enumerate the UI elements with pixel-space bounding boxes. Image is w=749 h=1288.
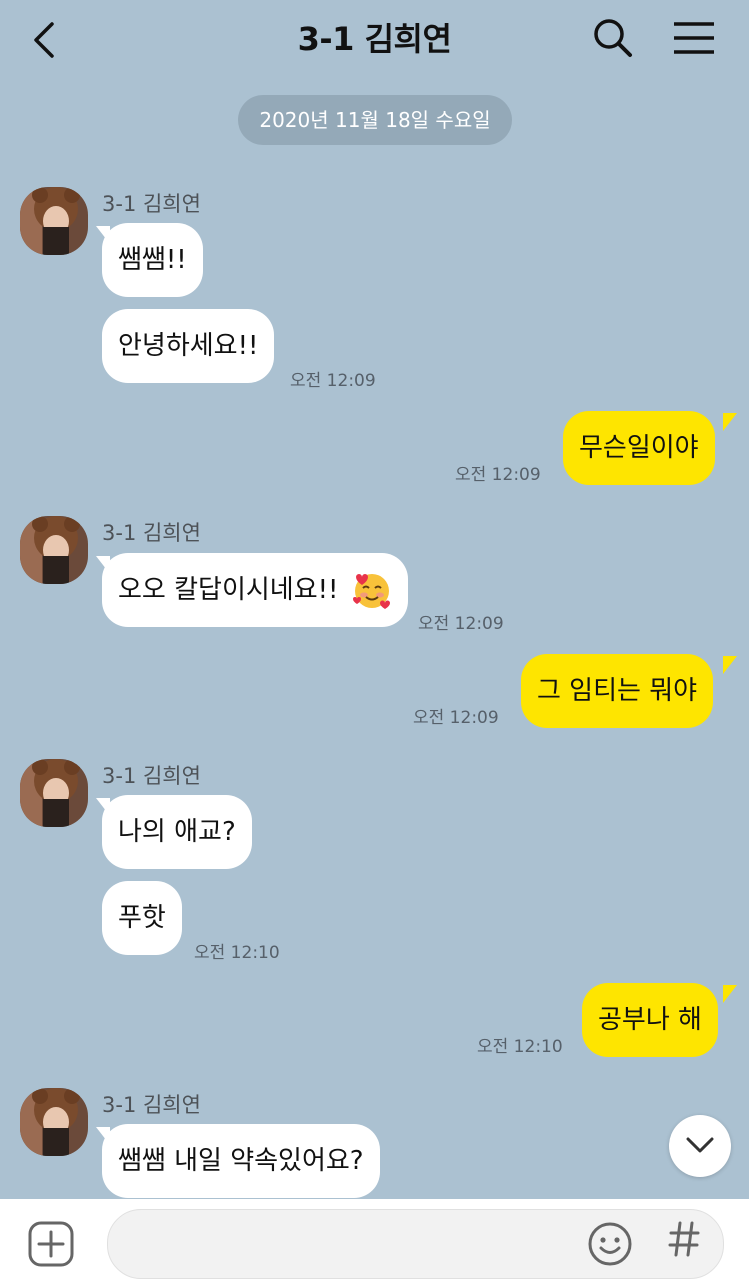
avatar[interactable] (20, 516, 88, 584)
avatar[interactable] (20, 187, 88, 255)
message-bubble-outgoing[interactable]: 공부나 해 (582, 983, 718, 1057)
menu-button[interactable] (672, 21, 716, 55)
message-time: 오전 12:09 (413, 708, 499, 728)
message-bubble-incoming[interactable]: 쌤쌤!! (102, 223, 203, 297)
sender-name: 3-1 김희연 (102, 1093, 201, 1117)
message-bubble-outgoing[interactable]: 무슨일이야 (563, 411, 715, 485)
message-time: 오전 12:10 (194, 943, 280, 963)
message-text: 오오 칼답이시네요!! (118, 575, 339, 605)
message-bubble-incoming[interactable]: 오오 칼답이시네요!! (102, 553, 408, 627)
avatar[interactable] (20, 759, 88, 827)
hashtag-search-button[interactable] (668, 1219, 700, 1270)
bubble-tail (723, 656, 737, 674)
smiley-icon (588, 1222, 632, 1266)
emoji-button[interactable] (587, 1221, 633, 1267)
search-icon (594, 19, 632, 57)
avatar[interactable] (20, 1088, 88, 1156)
chat-title: 3-1 김희연 (297, 20, 452, 58)
bubble-tail (723, 985, 737, 1003)
message-bubble-incoming[interactable]: 쌤쌤 내일 약속있어요? (102, 1124, 380, 1198)
search-button[interactable] (592, 17, 634, 59)
scroll-to-bottom-button[interactable] (669, 1115, 731, 1177)
message-time: 오전 12:09 (455, 465, 541, 485)
message-bubble-incoming[interactable]: 푸핫 (102, 881, 182, 955)
hash-icon (668, 1221, 700, 1257)
message-bubble-outgoing[interactable]: 그 임티는 뭐야 (521, 654, 714, 728)
chevron-down-icon (686, 1137, 714, 1153)
date-divider: 2020년 11월 18일 수요일 (238, 95, 512, 145)
message-time: 오전 12:10 (477, 1037, 563, 1057)
sender-name: 3-1 김희연 (102, 521, 201, 545)
sender-name: 3-1 김희연 (102, 764, 201, 788)
message-time: 오전 12:09 (418, 614, 504, 634)
hamburger-menu-icon (674, 22, 714, 54)
bubble-tail (723, 413, 737, 431)
message-bubble-incoming[interactable]: 나의 애교? (102, 795, 252, 869)
message-time: 오전 12:09 (290, 371, 376, 391)
plus-square-icon (28, 1221, 74, 1267)
attach-button[interactable] (27, 1220, 75, 1268)
smiling-face-with-hearts-icon (353, 574, 390, 609)
sender-name: 3-1 김희연 (102, 192, 201, 216)
message-bubble-incoming[interactable]: 안녕하세요!! (102, 309, 275, 383)
